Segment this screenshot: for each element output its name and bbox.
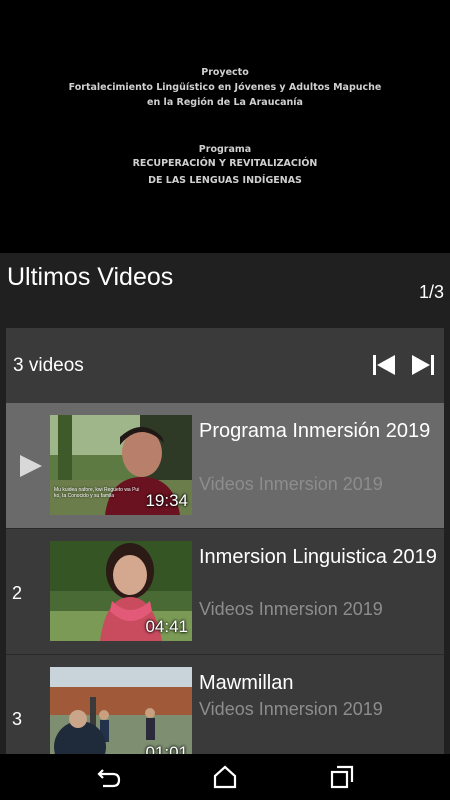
video-thumbnail[interactable]: 01:01	[50, 667, 192, 754]
video-title: Inmersion Linguistica 2019	[199, 546, 437, 568]
video-thumbnail[interactable]: 04:41	[50, 541, 192, 641]
home-icon[interactable]	[211, 764, 239, 790]
back-icon[interactable]	[95, 764, 123, 790]
program-line-2: DE LAS LENGUAS INDÍGENAS	[148, 175, 302, 186]
play-indicator-icon	[20, 455, 42, 477]
section-title: Ultimos Videos	[7, 263, 174, 291]
program-label: Programa	[198, 144, 252, 155]
video-thumbnail[interactable]: Mu kuidea nafore, kwi Regueto wa Pui ko,…	[50, 415, 192, 515]
playlist-panel: 3 videos Mu kuidea nafore, kwi Regueto w…	[6, 328, 444, 754]
video-duration: 04:41	[145, 617, 188, 636]
playlist-count: 3 videos	[13, 355, 84, 376]
skip-previous-icon[interactable]	[372, 354, 396, 376]
recents-icon[interactable]	[328, 764, 356, 790]
video-title: Programa Inmersión 2019	[199, 420, 431, 442]
video-player[interactable]: Proyecto Fortalecimiento Lingüístico en …	[0, 0, 450, 253]
thumbnail-subtitle: Mu kuidea nafore, kwi Regueto wa Pui ko,…	[54, 487, 140, 499]
playlist-item-1[interactable]: Mu kuidea nafore, kwi Regueto wa Pui ko,…	[6, 403, 444, 529]
skip-next-icon[interactable]	[411, 354, 435, 376]
video-index: 2	[12, 583, 23, 603]
video-subtitle: Videos Inmersion 2019	[199, 699, 383, 719]
playlist-item-2[interactable]: 2 04:41 Inmersion Linguistica 2019 Video…	[6, 529, 444, 655]
system-nav-bar	[0, 754, 450, 800]
video-title: Mawmillan	[199, 672, 294, 694]
video-index: 3	[12, 709, 23, 729]
video-subtitle: Videos Inmersion 2019	[199, 599, 383, 619]
project-label: Proyecto	[201, 67, 249, 78]
thumbnail-image	[50, 667, 192, 754]
page-counter: 1/3	[418, 282, 444, 302]
video-duration: 01:01	[145, 743, 188, 754]
project-line-1: Fortalecimiento Lingüístico en Jóvenes y…	[68, 82, 382, 93]
program-line-1: RECUPERACIÓN Y REVITALIZACIÓN	[132, 158, 318, 169]
project-line-2: en la Región de La Araucanía	[147, 97, 303, 108]
video-subtitle: Videos Inmersion 2019	[199, 474, 383, 494]
playlist-header: 3 videos	[6, 328, 444, 403]
video-duration: 19:34	[145, 491, 188, 510]
playlist-item-3[interactable]: 3 01:01 Mawmillan Videos Inmersion 2019	[6, 655, 444, 754]
